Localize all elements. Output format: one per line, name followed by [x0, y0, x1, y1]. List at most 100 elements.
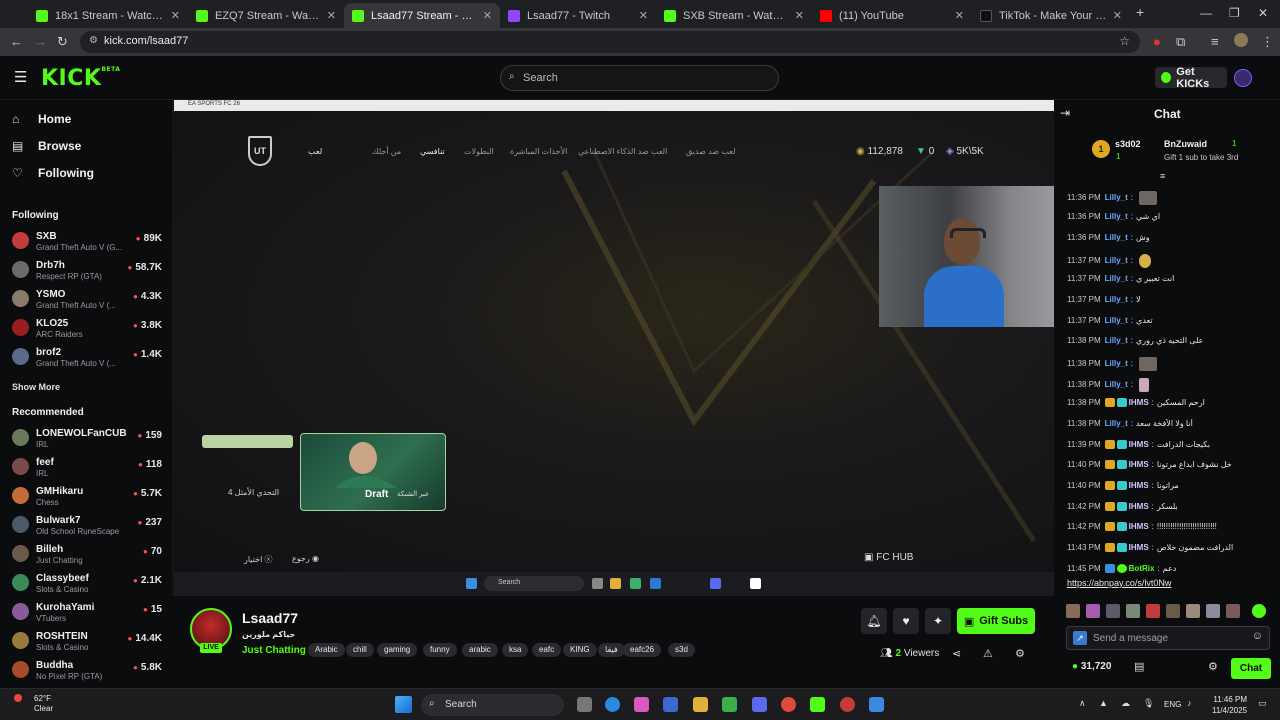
language-indicator[interactable]: ENG	[1164, 700, 1181, 709]
close-tab-icon[interactable]: ✕	[483, 9, 492, 22]
new-tab-icon[interactable]: +	[1136, 4, 1144, 20]
chat-filter-icon[interactable]: ≡	[1160, 171, 1165, 181]
browser-tab-active[interactable]: Lsaad77 Stream - Watch Live on ✕	[344, 3, 500, 28]
close-tab-icon[interactable]: ✕	[327, 9, 336, 22]
browser-tab[interactable]: EZQ7 Stream - Watch Live on K ✕	[188, 3, 344, 28]
emote-icon[interactable]	[1206, 604, 1220, 618]
sidebar-nav-following[interactable]: ♡ Following	[12, 166, 94, 180]
profile-avatar-icon[interactable]	[1234, 33, 1248, 47]
emote-icon[interactable]	[1086, 604, 1100, 618]
taskbar-clock[interactable]: 11:46 PM 11/4/2025	[1201, 694, 1247, 716]
emote-icon[interactable]	[1252, 604, 1266, 618]
msg-user[interactable]: IHMS	[1129, 460, 1149, 469]
browser-tab[interactable]: 18x1 Stream - Watch Live on K ✕	[28, 3, 188, 28]
stream-tag[interactable]: eafc26	[623, 643, 662, 657]
recommended-channel[interactable]: ROSHTEIN Slots & Casino 14.4K	[12, 629, 162, 657]
browser-tab[interactable]: SXB Stream - Watch Live on Ki ✕	[656, 3, 812, 28]
collapse-chat-icon[interactable]: ⇥	[1060, 106, 1070, 120]
browser-tab[interactable]: TikTok - Make Your Day ✕	[972, 3, 1130, 28]
stream-tag[interactable]: Arabic	[308, 643, 345, 657]
stream-tag[interactable]: eafc	[532, 643, 562, 657]
report-icon[interactable]: ⚠	[983, 647, 993, 660]
tray-chevron-icon[interactable]: ∧	[1079, 698, 1086, 709]
recommended-channel[interactable]: Bulwark7 Old School RuneScape 237	[12, 513, 162, 541]
close-tab-icon[interactable]: ✕	[955, 9, 964, 22]
recommended-channel[interactable]: KurohaYami VTubers 15	[12, 600, 162, 628]
windows-start-icon[interactable]	[395, 696, 412, 713]
kick-logo[interactable]: KICKBETA	[41, 66, 120, 91]
msg-user[interactable]: Lilly_t	[1105, 316, 1128, 325]
stream-tag[interactable]: فيفا	[598, 643, 625, 657]
stream-tag[interactable]: ksa	[502, 643, 529, 657]
emote-icon[interactable]	[1166, 604, 1180, 618]
close-window-icon[interactable]: ✕	[1258, 6, 1268, 20]
forward-arrow-icon[interactable]: →	[34, 34, 47, 49]
user-avatar[interactable]	[1234, 69, 1252, 87]
msg-user[interactable]: Lilly_t	[1105, 336, 1128, 345]
sidebar-nav-home[interactable]: ⌂ Home	[12, 112, 71, 126]
store-icon[interactable]	[663, 697, 678, 712]
msg-user[interactable]: IHMS	[1129, 398, 1149, 407]
msg-user[interactable]: IHMS	[1129, 502, 1149, 511]
stream-tag[interactable]: funny	[423, 643, 457, 657]
get-kicks-button[interactable]: Get KICKs	[1155, 66, 1227, 90]
reload-icon[interactable]: ↻	[57, 34, 68, 50]
msg-user[interactable]: Lilly_t	[1105, 274, 1128, 283]
msg-user[interactable]: IHMS	[1129, 522, 1149, 531]
sidebar-nav-browse[interactable]: ▤ Browse	[12, 139, 81, 153]
file-explorer-icon[interactable]	[693, 697, 708, 712]
bookmark-star-icon[interactable]: ☆	[1119, 34, 1130, 48]
volume-icon[interactable]: ♪	[1187, 698, 1192, 708]
kicks-balance[interactable]: ● 31,720	[1072, 661, 1111, 672]
mod-icon[interactable]: ⚙	[1015, 647, 1025, 660]
msg-user[interactable]: Lilly_t	[1105, 256, 1128, 265]
kicks-button[interactable]: ✦	[925, 608, 951, 634]
browser-tab[interactable]: Lsaad77 - Twitch ✕	[500, 3, 656, 28]
microphone-icon[interactable]: 🎙︎	[1143, 698, 1154, 709]
emote-icon[interactable]	[1066, 604, 1080, 618]
chat-message-input[interactable]	[1093, 631, 1243, 646]
xbox-icon[interactable]	[722, 697, 737, 712]
onedrive-icon[interactable]: ☁	[1121, 698, 1130, 709]
msg-user[interactable]: IHMS	[1129, 440, 1149, 449]
msg-user[interactable]: IHMS	[1129, 481, 1149, 490]
msg-user[interactable]: Lilly_t	[1105, 419, 1128, 428]
security-icon[interactable]	[869, 697, 884, 712]
show-more-button[interactable]: Show More	[12, 382, 60, 392]
copilot-icon[interactable]	[634, 697, 649, 712]
follow-button[interactable]: ♥	[893, 608, 919, 634]
emote-icon[interactable]	[1226, 604, 1240, 618]
close-tab-icon[interactable]: ✕	[639, 9, 648, 22]
recommended-channel[interactable]: GMHikaru Chess 5.7K	[12, 484, 162, 512]
emote-icon[interactable]	[1106, 604, 1120, 618]
emote-icon[interactable]	[1126, 604, 1140, 618]
notification-bell-button[interactable]: 🔔︎	[861, 608, 887, 634]
chrome-icon[interactable]	[781, 697, 796, 712]
emote-icon[interactable]	[1186, 604, 1200, 618]
following-channel[interactable]: KLO25 ARC Raiders 3.8K	[12, 316, 162, 344]
close-tab-icon[interactable]: ✕	[1113, 9, 1122, 22]
following-channel[interactable]: YSMO Grand Theft Auto V (... 4.3K	[12, 287, 162, 315]
recommended-channel[interactable]: Billeh Just Chatting 70	[12, 542, 162, 570]
msg-user[interactable]: Lilly_t	[1105, 380, 1128, 389]
stream-category-link[interactable]: Just Chatting	[242, 645, 306, 656]
maximize-window-icon[interactable]: ❐	[1229, 6, 1240, 20]
msg-user[interactable]: Lilly_t	[1105, 233, 1128, 242]
stream-tag[interactable]: arabic	[462, 643, 498, 657]
video-player[interactable]: EA SPORTS FC 26 UT لعب من أجلك تنافسي ال…	[172, 100, 1054, 596]
close-tab-icon[interactable]: ✕	[795, 9, 804, 22]
following-channel[interactable]: SXB Grand Theft Auto V (G... 89K	[12, 229, 162, 257]
minimize-window-icon[interactable]: —	[1200, 6, 1212, 20]
back-arrow-icon[interactable]: ←	[10, 34, 23, 49]
address-bar[interactable]: ⚙ kick.com/lsaad77 ☆	[80, 31, 1140, 53]
emote-icon[interactable]	[1146, 604, 1160, 618]
app-icon[interactable]	[840, 697, 855, 712]
search-input[interactable]: ⌕ Search	[500, 65, 779, 91]
recommended-channel[interactable]: LONEWOLFanCUB IRL 159	[12, 426, 162, 454]
notification-icon[interactable]: ▭	[1258, 698, 1267, 709]
recommended-channel[interactable]: Classybeef Slots & Casino 2.1K	[12, 571, 162, 599]
stream-tag[interactable]: chill	[346, 643, 374, 657]
emoji-picker-icon[interactable]: ☺	[1252, 630, 1263, 642]
tab-search-icon[interactable]: ≡	[1211, 34, 1219, 49]
chat-rules-icon[interactable]: ▤	[1134, 660, 1144, 673]
